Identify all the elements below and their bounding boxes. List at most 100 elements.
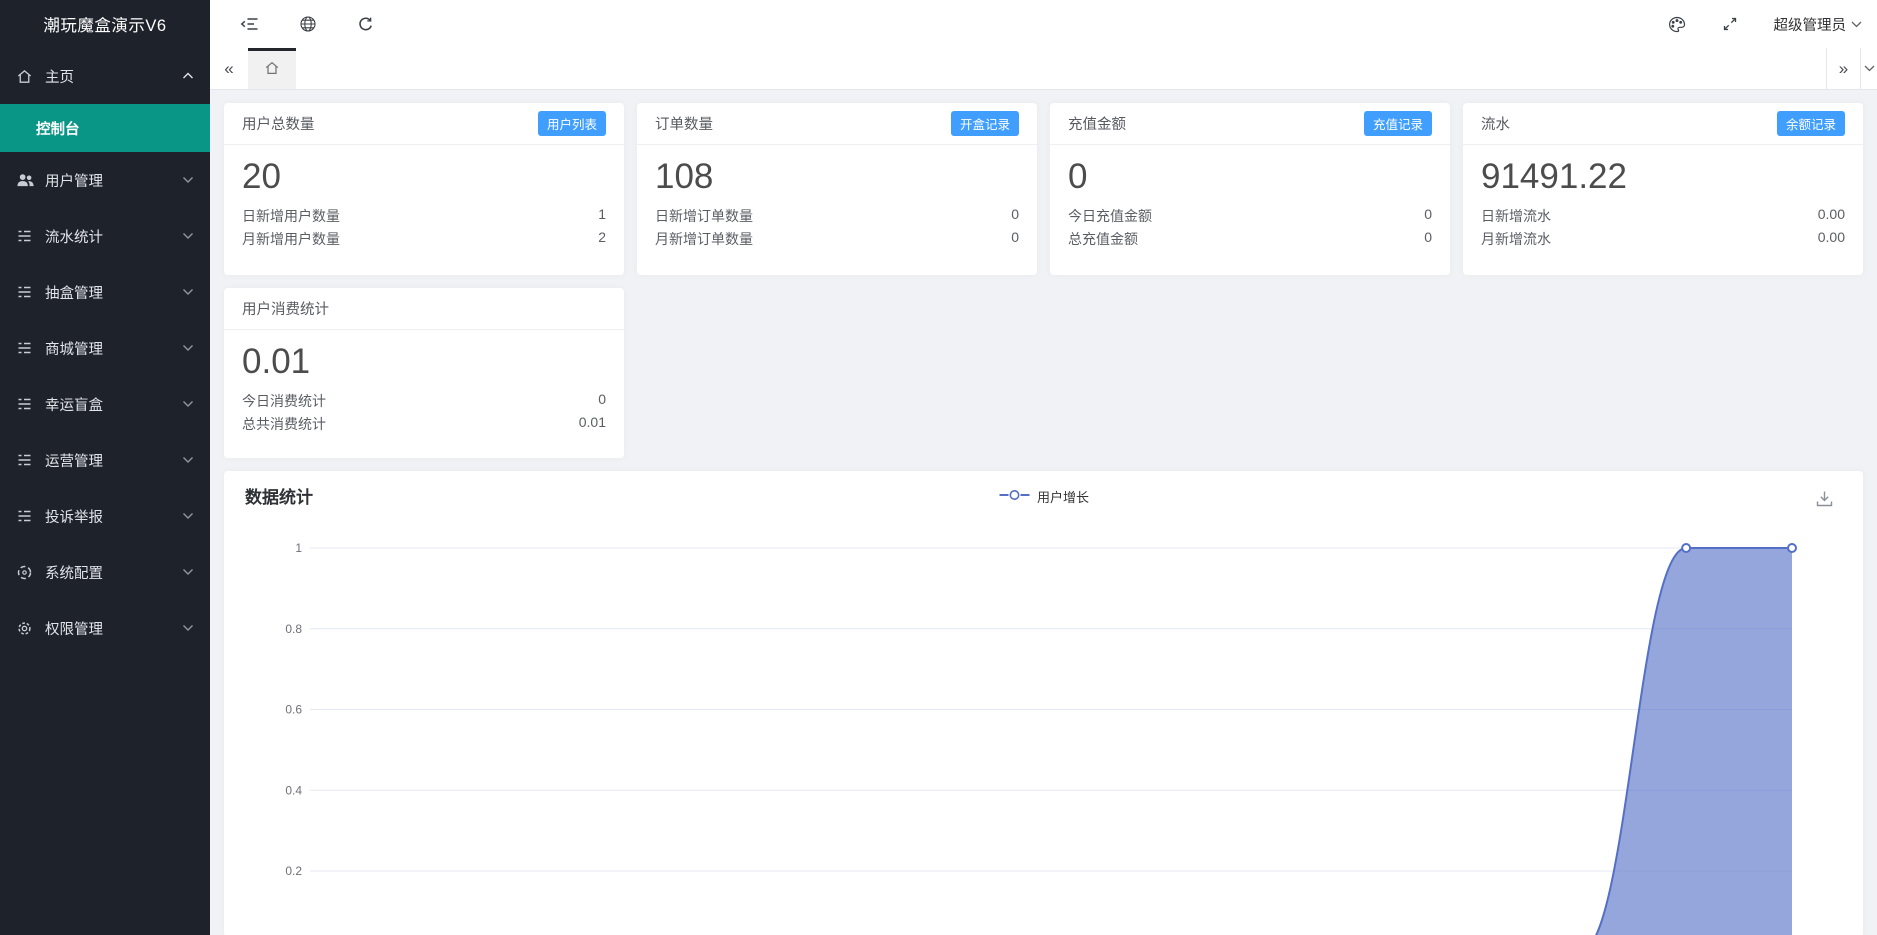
badge-user-list[interactable]: 用户列表 (538, 111, 606, 136)
stat-value: 0 (1011, 206, 1019, 226)
chart-panel: 数据统计 用户增长 0.20.40.60.81 (224, 471, 1863, 935)
content: 用户总数量 用户列表 20 日新增用户数量1 月新增用户数量2 订单数量 开盒记… (210, 90, 1877, 935)
settings-icon (16, 564, 38, 581)
stat-value: 0 (598, 391, 606, 411)
sidebar-item-console[interactable]: 控制台 (0, 104, 210, 152)
sidebar-item-permission-management[interactable]: 权限管理 (0, 600, 210, 656)
stat-value: 0.00 (1818, 206, 1845, 226)
sidebar-item-label: 权限管理 (45, 618, 103, 639)
sidebar-item-lucky-blindbox[interactable]: 幸运盲盒 (0, 376, 210, 432)
stat-card-users: 用户总数量 用户列表 20 日新增用户数量1 月新增用户数量2 (224, 103, 624, 275)
sidebar-item-label: 控制台 (36, 118, 80, 139)
card-title: 用户消费统计 (242, 298, 329, 319)
card-value: 0.01 (224, 330, 624, 389)
svg-text:0.8: 0.8 (285, 622, 302, 636)
svg-text:0.2: 0.2 (285, 864, 302, 878)
stat-card-flow: 流水 余额记录 91491.22 日新增流水0.00 月新增流水0.00 (1463, 103, 1863, 275)
sidebar-item-complaint-report[interactable]: 投诉举报 (0, 488, 210, 544)
card-value: 91491.22 (1463, 145, 1863, 204)
badge-open-box-records[interactable]: 开盒记录 (951, 111, 1019, 136)
users-icon (16, 172, 38, 188)
stat-label: 月新增订单数量 (655, 229, 753, 249)
globe-icon[interactable] (299, 15, 317, 33)
fullscreen-icon[interactable] (1722, 16, 1738, 32)
tabs-scroll-right-button[interactable]: » (1826, 48, 1860, 89)
app-title: 潮玩魔盒演示V6 (0, 0, 210, 48)
chevron-down-icon (182, 288, 194, 296)
stat-label: 日新增用户数量 (242, 206, 340, 226)
stat-cards-row: 用户总数量 用户列表 20 日新增用户数量1 月新增用户数量2 订单数量 开盒记… (224, 103, 1863, 275)
sidebar-item-label: 幸运盲盒 (45, 394, 103, 415)
sidebar-item-user-management[interactable]: 用户管理 (0, 152, 210, 208)
stat-label: 总充值金额 (1068, 229, 1138, 249)
gear-icon (16, 620, 38, 637)
submenu-home: 控制台 (0, 104, 210, 152)
sidebar-item-system-config[interactable]: 系统配置 (0, 544, 210, 600)
stat-label: 今日消费统计 (242, 391, 326, 411)
stat-value: 1 (598, 206, 606, 226)
sidebar-item-label: 主页 (45, 66, 74, 87)
list-icon (16, 228, 38, 244)
stat-label: 日新增订单数量 (655, 206, 753, 226)
refresh-icon[interactable] (357, 16, 374, 33)
home-icon (16, 68, 38, 85)
sidebar-item-mall-management[interactable]: 商城管理 (0, 320, 210, 376)
sidebar: 潮玩魔盒演示V6 主页 控制台 用户管理 (0, 0, 210, 935)
chevron-up-icon (182, 72, 194, 80)
sidebar-item-label: 投诉举报 (45, 506, 103, 527)
list-icon (16, 284, 38, 300)
card-value: 108 (637, 145, 1037, 204)
user-dropdown[interactable]: 超级管理员 (1774, 14, 1863, 35)
chevron-down-icon (182, 456, 194, 464)
stat-card-orders: 订单数量 开盒记录 108 日新增订单数量 0 月新增订单数量 0 (637, 103, 1037, 275)
sidebar-item-operation-management[interactable]: 运营管理 (0, 432, 210, 488)
tabbar: « » (210, 48, 1877, 90)
badge-recharge-records[interactable]: 充值记录 (1364, 111, 1432, 136)
stat-label: 月新增用户数量 (242, 229, 340, 249)
home-icon (264, 60, 280, 81)
tabs-scroll-left-button[interactable]: « (210, 48, 248, 89)
stat-label: 日新增流水 (1481, 206, 1551, 226)
stat-value: 0.01 (579, 414, 606, 434)
chevron-down-icon (182, 568, 194, 576)
sidebar-item-label: 系统配置 (45, 562, 103, 583)
card-title: 充值金额 (1068, 113, 1126, 134)
sidebar-item-home[interactable]: 主页 (0, 48, 210, 104)
tabs-more-button[interactable] (1860, 48, 1877, 89)
card-title: 订单数量 (655, 113, 713, 134)
card-value: 20 (224, 145, 624, 204)
sidebar-item-label: 抽盒管理 (45, 282, 103, 303)
stat-value: 0 (1424, 229, 1432, 249)
card-title: 用户总数量 (242, 113, 315, 134)
topbar: 超级管理员 (210, 0, 1877, 48)
card-value: 0 (1050, 145, 1450, 204)
fold-icon[interactable] (240, 16, 259, 32)
list-icon (16, 340, 38, 356)
topbar-right: 超级管理员 (1668, 14, 1877, 35)
sidebar-item-box-management[interactable]: 抽盒管理 (0, 264, 210, 320)
sidebar-item-label: 商城管理 (45, 338, 103, 359)
palette-icon[interactable] (1668, 16, 1686, 33)
list-icon (16, 452, 38, 468)
user-name: 超级管理员 (1774, 14, 1847, 35)
list-icon (16, 396, 38, 412)
caret-down-icon (1851, 16, 1862, 32)
chevron-down-icon (182, 512, 194, 520)
badge-balance-records[interactable]: 余额记录 (1777, 111, 1845, 136)
stat-card-consumption: 用户消费统计 0.01 今日消费统计 0 总共消费统计 0.01 (224, 288, 624, 458)
area-chart: 0.20.40.60.81 (224, 471, 1863, 935)
stat-card-recharge: 充值金额 充值记录 0 今日充值金额0 总充值金额0 (1050, 103, 1450, 275)
sidebar-item-label: 运营管理 (45, 450, 103, 471)
svg-text:0.6: 0.6 (285, 703, 302, 717)
sidebar-item-flow-statistics[interactable]: 流水统计 (0, 208, 210, 264)
chevron-down-icon (182, 400, 194, 408)
stat-value: 0 (1424, 206, 1432, 226)
list-icon (16, 508, 38, 524)
svg-text:1: 1 (295, 541, 302, 555)
chevron-down-icon (182, 176, 194, 184)
tab-home[interactable] (248, 48, 296, 89)
sidebar-menu: 主页 控制台 用户管理 流水统计 (0, 48, 210, 656)
chevron-down-icon (182, 232, 194, 240)
stat-label: 总共消费统计 (242, 414, 326, 434)
stat-value: 0 (1011, 229, 1019, 249)
